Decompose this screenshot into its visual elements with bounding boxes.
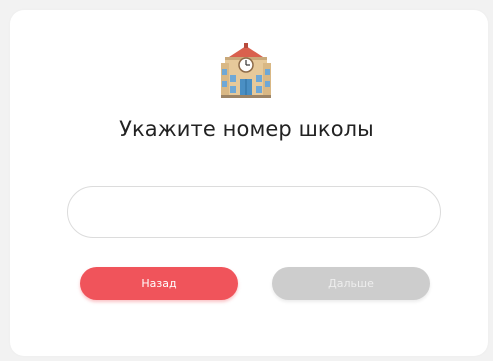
school-building-icon <box>221 43 271 98</box>
school-number-field <box>67 186 441 238</box>
page-title: Укажите номер школы <box>119 117 374 141</box>
next-button[interactable]: Дальше <box>272 267 430 300</box>
school-number-input[interactable] <box>68 187 440 237</box>
back-button[interactable]: Назад <box>80 267 238 300</box>
